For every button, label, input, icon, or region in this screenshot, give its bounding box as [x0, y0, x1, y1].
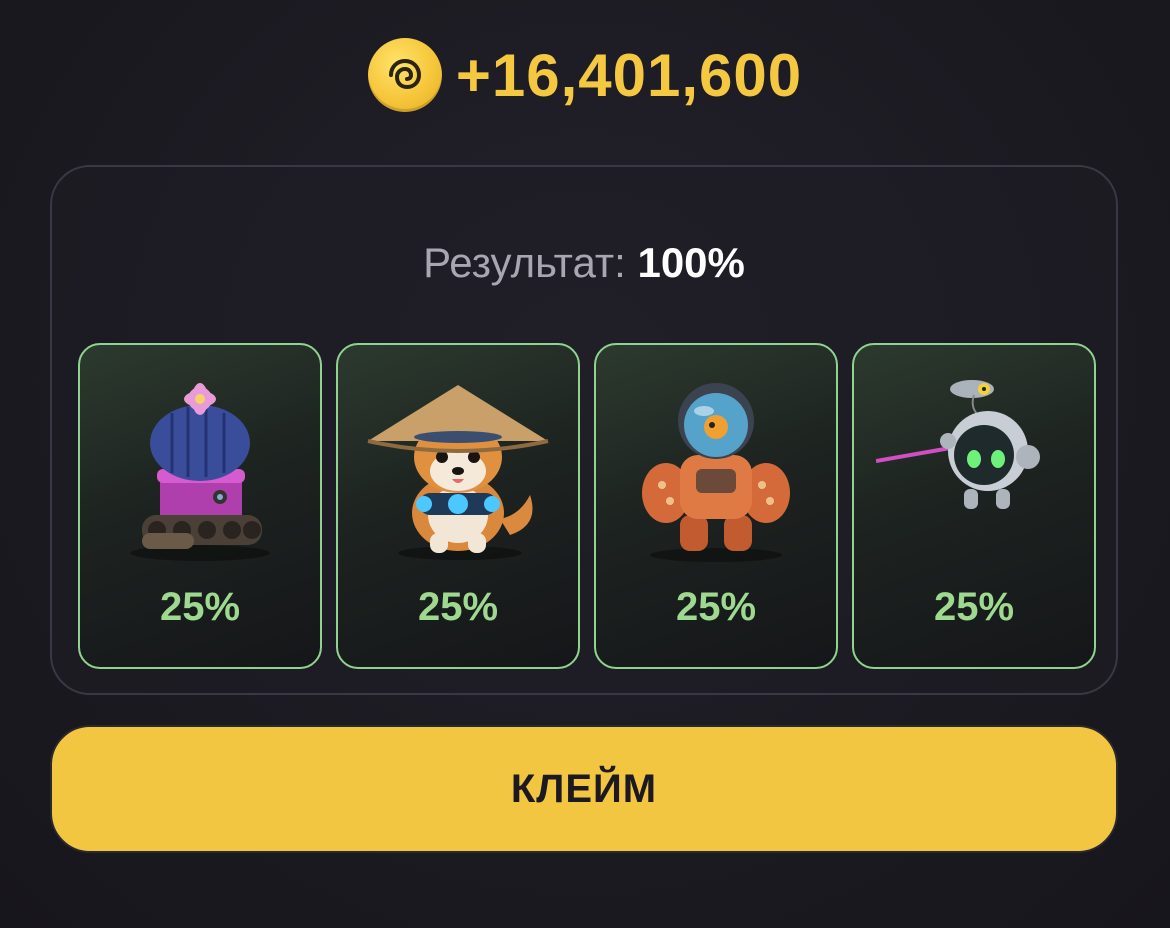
result-panel: Результат: 100% 25% 25% 25% 25%: [50, 165, 1118, 695]
card-shiba-dog: 25%: [336, 343, 580, 669]
character-cards: 25% 25% 25% 25%: [78, 343, 1096, 669]
result-label: Результат:: [423, 239, 626, 286]
card-drone-robot: 25%: [852, 343, 1096, 669]
claim-button[interactable]: КЛЕЙМ: [50, 725, 1118, 853]
dog-with-hat-icon: [367, 385, 549, 560]
reward-amount: +16,401,600: [455, 41, 803, 109]
card-percent: 25%: [417, 585, 499, 629]
card-cactus-tank: 25%: [78, 343, 322, 669]
card-percent: 25%: [933, 585, 1015, 629]
claim-button-label: КЛЕЙМ: [510, 766, 658, 811]
card-percent: 25%: [675, 585, 757, 629]
coin-icon: [367, 38, 442, 112]
reward-summary: +16,401,600: [0, 38, 1170, 112]
result-line: Результат: 100%: [52, 239, 1116, 287]
result-value: 100%: [637, 239, 745, 286]
drone-robot-icon: [876, 380, 1040, 509]
card-mech-suit: 25%: [594, 343, 838, 669]
card-percent: 25%: [159, 585, 241, 629]
mech-robot-icon: [642, 383, 790, 562]
cactus-robot-icon: [130, 383, 270, 561]
